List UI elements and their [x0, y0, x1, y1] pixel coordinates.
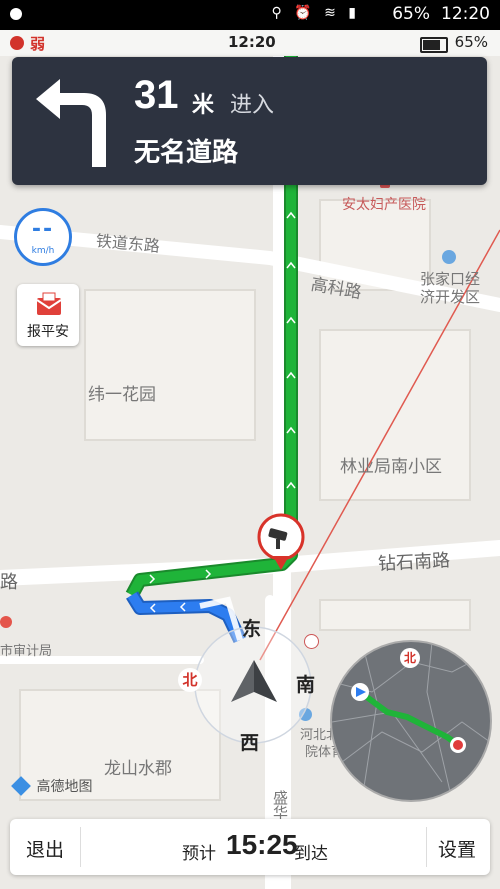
speed-unit: km/h	[31, 246, 55, 256]
system-time: 12:20	[441, 4, 490, 24]
eta-time: 15:25	[226, 829, 298, 860]
poi-pin-icon	[0, 616, 12, 628]
envelope-icon	[36, 292, 62, 315]
speed-value: --	[31, 217, 55, 242]
divider	[80, 827, 81, 867]
road-label-lu: 路	[0, 572, 18, 593]
speed-indicator: -- km/h	[14, 208, 72, 266]
divider	[426, 827, 427, 867]
system-status-bar: ⚲ ⏰ ≋ ▮ 65% 12:20	[0, 0, 500, 30]
nav-clock: 12:20	[228, 33, 276, 51]
notification-icon	[10, 8, 22, 20]
place-label: 龙山水郡	[104, 759, 172, 779]
turn-left-arrow-icon	[36, 79, 106, 167]
road-label: 盛华	[271, 790, 289, 820]
safe-report-label: 报平安	[27, 324, 69, 340]
amap-logo-text: 高德地图	[36, 779, 93, 795]
turn-action: 进入	[230, 93, 275, 118]
place-label: 市审计局	[0, 644, 53, 659]
route-overview-map[interactable]: 北	[330, 640, 492, 802]
nav-battery-percent: 65%	[454, 33, 488, 51]
eta-prefix: 预计	[182, 844, 216, 864]
place-label: 林业局南小区	[340, 457, 442, 477]
amap-logo: 高德地图	[11, 776, 93, 796]
safe-report-button[interactable]: 报平安	[17, 284, 79, 346]
bottom-bar: 退出 预计 15:25 到达 设置	[10, 819, 490, 875]
compass-east: 东	[242, 618, 262, 640]
eta-suffix: 到达	[294, 844, 328, 864]
distance-unit: 米	[192, 93, 215, 118]
amap-logo-icon	[11, 776, 31, 796]
status-icons: ⚲ ⏰ ≋ ▮	[271, 5, 360, 21]
gps-signal-icon	[10, 36, 24, 50]
gps-signal-label: 弱	[30, 35, 46, 53]
next-road-name: 无名道路	[134, 138, 239, 168]
turn-distance: 31	[134, 73, 179, 117]
road-label-zuanshi: 钻石南路	[377, 550, 451, 575]
compass-west: 西	[240, 732, 260, 754]
battery-percent: 65%	[392, 4, 430, 24]
traffic-camera-icon	[257, 513, 305, 570]
compass-north: 北	[178, 668, 202, 692]
poi-building-icon	[442, 250, 456, 264]
turn-guidance-panel[interactable]: 31 米 进入 无名道路	[12, 57, 487, 185]
settings-button[interactable]: 设置	[438, 835, 476, 862]
overview-north: 北	[400, 648, 420, 668]
place-label: 纬一花园	[88, 385, 156, 405]
place-label: 安太妇产医院	[342, 197, 426, 213]
compass-south: 南	[296, 674, 316, 696]
car-position-icon	[231, 660, 277, 702]
exit-button[interactable]: 退出	[26, 835, 64, 862]
nav-status-strip: 弱 12:20 65%	[0, 30, 500, 56]
place-label: 济开发区	[420, 288, 481, 306]
battery-icon	[420, 37, 448, 53]
